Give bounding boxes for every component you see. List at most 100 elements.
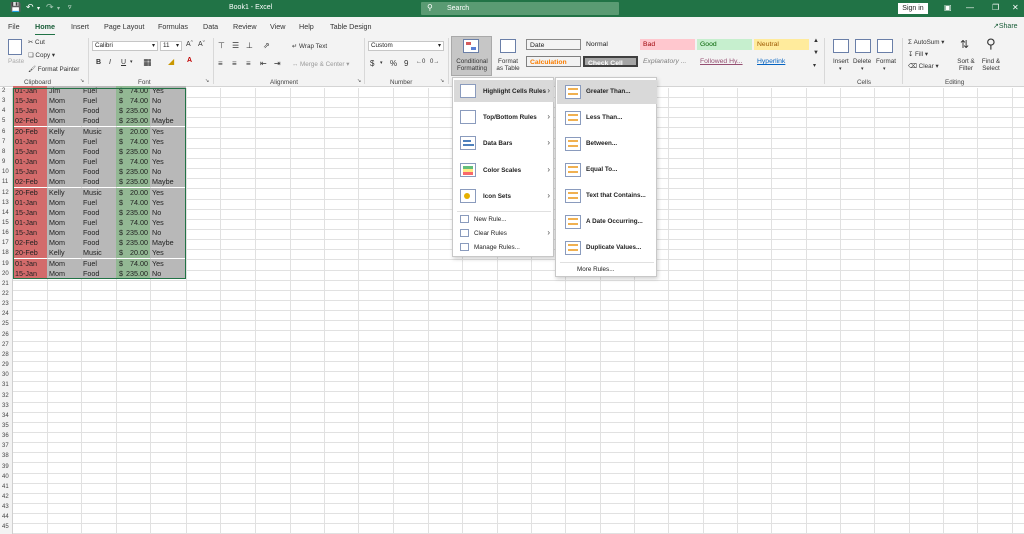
align-center-icon[interactable]: ≡ xyxy=(232,59,237,68)
row-header[interactable]: 18 xyxy=(0,250,13,261)
row-header[interactable]: 38 xyxy=(0,453,13,464)
italic-button[interactable]: I xyxy=(109,59,111,66)
tab-table-design[interactable]: Table Design xyxy=(330,22,372,31)
currency-format-button[interactable]: $ xyxy=(370,59,374,68)
menu-item-top-bottom-rules[interactable]: Top/Bottom Rules › xyxy=(454,105,554,129)
sign-in-button[interactable]: Sign in xyxy=(898,3,928,14)
submenu-item-duplicate-values[interactable]: Duplicate Values... xyxy=(557,236,657,260)
number-format-select[interactable]: Custom ▾ xyxy=(368,41,444,51)
currency-dropdown-icon[interactable]: ▾ xyxy=(380,60,383,66)
submenu-item-less-than[interactable]: Less Than... xyxy=(557,106,657,130)
styles-scroll-down-icon[interactable]: ▼ xyxy=(813,50,819,56)
fill-button[interactable]: ↧ Fill ▾ xyxy=(908,51,928,58)
find-select-icon[interactable]: ⚲ xyxy=(986,36,996,52)
delete-cells-button[interactable]: Delete xyxy=(853,58,871,65)
percent-style-button[interactable]: % xyxy=(390,59,397,68)
save-icon[interactable]: 💾 xyxy=(10,2,21,13)
merge-center-button[interactable]: ↔ Merge & Center ▾ xyxy=(292,61,349,68)
undo-dropdown-icon[interactable]: ▾ xyxy=(37,5,40,12)
submenu-item-greater-than[interactable]: Greater Than... xyxy=(557,80,657,104)
paste-button[interactable]: Paste xyxy=(8,58,24,65)
borders-icon[interactable]: ▦ xyxy=(143,57,152,68)
comma-style-button[interactable]: 9 xyxy=(404,59,408,68)
tab-insert[interactable]: Insert xyxy=(71,22,89,31)
tab-formulas[interactable]: Formulas xyxy=(158,22,188,31)
insert-cells-button[interactable]: Insert xyxy=(833,58,849,65)
row-header[interactable]: 45 xyxy=(0,524,13,534)
increase-font-size-icon[interactable]: Aˆ xyxy=(186,41,193,48)
copy-button[interactable]: ❏ Copy ▾ xyxy=(28,52,55,59)
cell-style-normal[interactable]: Normal xyxy=(583,39,638,50)
fill-color-icon[interactable]: ◢ xyxy=(168,57,174,66)
minimize-icon[interactable]: — xyxy=(966,3,974,12)
sort-filter-button[interactable]: Sort & Filter xyxy=(956,58,976,72)
row-header[interactable]: 5 xyxy=(0,118,13,129)
bold-button[interactable]: B xyxy=(96,59,101,66)
tab-home[interactable]: Home xyxy=(35,22,55,36)
decrease-indent-icon[interactable]: ⇤ xyxy=(260,59,267,68)
delete-cells-icon[interactable] xyxy=(855,39,871,53)
menu-item-icon-sets[interactable]: Icon Sets › xyxy=(454,184,554,208)
submenu-item-more-rules[interactable]: More Rules... xyxy=(557,264,657,276)
cell-style-explanatory[interactable]: Explanatory ... xyxy=(640,56,695,67)
align-middle-icon[interactable]: ☰ xyxy=(232,41,239,50)
cell-style-hyperlink[interactable]: Hyperlink xyxy=(754,56,809,67)
cell-style-calculation[interactable]: Calculation xyxy=(526,56,581,67)
insert-cells-icon[interactable] xyxy=(833,39,849,53)
row-header[interactable]: 31 xyxy=(0,382,13,393)
clipboard-launcher-icon[interactable]: ↘ xyxy=(80,78,84,84)
font-launcher-icon[interactable]: ↘ xyxy=(205,78,209,84)
share-button[interactable]: ↗Share xyxy=(993,22,1018,30)
font-name-select[interactable]: Calibri ▾ xyxy=(92,41,158,51)
menu-item-manage-rules[interactable]: Manage Rules... xyxy=(454,241,554,254)
redo-icon[interactable]: ↷ xyxy=(46,2,54,13)
cell-style-followed-hyperlink[interactable]: Followed Hy... xyxy=(697,56,752,67)
cell-style-bad[interactable]: Bad xyxy=(640,39,695,50)
clear-button[interactable]: ⌫ Clear ▾ xyxy=(908,63,939,70)
sort-filter-icon[interactable]: ⇅ xyxy=(960,38,969,51)
format-cells-button[interactable]: Format xyxy=(876,58,896,65)
format-painter-button[interactable]: 🖌 Format Painter xyxy=(28,65,79,73)
increase-decimal-icon[interactable]: ←0 xyxy=(416,59,425,65)
submenu-item-equal-to[interactable]: Equal To... xyxy=(557,158,657,182)
cell-style-good[interactable]: Good xyxy=(697,39,752,50)
row-header[interactable]: 11 xyxy=(0,179,13,190)
tab-help[interactable]: Help xyxy=(299,22,314,31)
submenu-item-text-contains[interactable]: Text that Contains... xyxy=(557,184,657,208)
chevron-down-icon[interactable]: ▾ xyxy=(861,66,864,72)
chevron-down-icon[interactable]: ▾ xyxy=(883,66,886,72)
close-icon[interactable]: ✕ xyxy=(1012,3,1019,12)
font-color-icon[interactable]: A xyxy=(187,57,192,64)
increase-indent-icon[interactable]: ⇥ xyxy=(274,59,281,68)
styles-scroll-up-icon[interactable]: ▲ xyxy=(813,38,819,44)
format-as-table-icon[interactable] xyxy=(500,39,516,53)
number-launcher-icon[interactable]: ↘ xyxy=(440,78,444,84)
undo-icon[interactable]: ↶ xyxy=(26,2,34,13)
paste-icon[interactable] xyxy=(8,39,22,55)
restore-icon[interactable]: ❐ xyxy=(992,3,999,12)
menu-item-highlight-cells-rules[interactable]: Highlight Cells Rules › xyxy=(454,80,554,102)
row-header[interactable]: 25 xyxy=(0,321,13,332)
find-select-button[interactable]: Find & Select xyxy=(980,58,1002,72)
ribbon-display-options-icon[interactable]: ▣ xyxy=(944,3,952,12)
customize-toolbar-icon[interactable]: ▿ xyxy=(68,3,72,11)
menu-item-clear-rules[interactable]: Clear Rules › xyxy=(454,227,554,240)
format-as-table-button[interactable]: Format as Table xyxy=(494,58,522,72)
align-top-icon[interactable]: ⊤ xyxy=(218,41,225,50)
menu-item-data-bars[interactable]: Data Bars › xyxy=(454,131,554,155)
menu-item-new-rule[interactable]: New Rule... xyxy=(454,213,554,226)
tab-review[interactable]: Review xyxy=(233,22,257,31)
decrease-font-size-icon[interactable]: Aˇ xyxy=(198,41,205,48)
orientation-icon[interactable]: ⇗ xyxy=(263,41,270,50)
tab-page-layout[interactable]: Page Layout xyxy=(104,22,144,31)
search-box[interactable]: ⚲ Search xyxy=(421,2,619,15)
cell-style-check-cell[interactable]: Check Cell xyxy=(583,56,638,67)
tab-file[interactable]: File xyxy=(8,22,20,31)
submenu-item-between[interactable]: Between... xyxy=(557,132,657,156)
cell-style-neutral[interactable]: Neutral xyxy=(754,39,809,50)
wrap-text-button[interactable]: ↵ Wrap Text xyxy=(292,43,327,50)
underline-button[interactable]: U xyxy=(121,59,126,66)
chevron-down-icon[interactable]: ▾ xyxy=(839,66,842,72)
format-cells-icon[interactable] xyxy=(877,39,893,53)
cell-style-date[interactable]: Date xyxy=(526,39,581,50)
